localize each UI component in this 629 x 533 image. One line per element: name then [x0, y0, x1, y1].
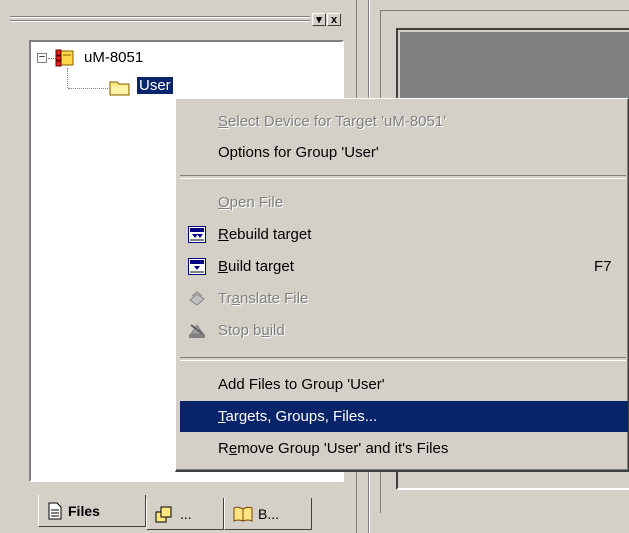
translate-icon	[189, 291, 205, 306]
menu-build-target-label: Build target	[218, 258, 294, 275]
context-menu: Select Device for Target 'uM-8051' Optio…	[175, 98, 629, 472]
tab-registers-label: ...	[180, 505, 192, 522]
menu-stop-build[interactable]: Stop build	[180, 315, 628, 346]
tab-books-label: B...	[258, 505, 280, 522]
tab-books[interactable]: B...	[224, 498, 312, 530]
menu-remove-group-label: Remove Group 'User' and it's Files	[218, 440, 449, 457]
rebuild-icon	[188, 226, 206, 243]
books-icon	[233, 506, 253, 522]
window-grip[interactable]	[10, 14, 310, 26]
collapse-toggle[interactable]: −	[37, 52, 47, 63]
menu-select-device[interactable]: Select Device for Target 'uM-8051'	[180, 106, 628, 137]
menu-rebuild-target-label: Rebuild target	[218, 226, 312, 243]
menu-open-file-label: Open File	[218, 194, 284, 211]
editor-area[interactable]	[400, 32, 629, 98]
folder-icon	[109, 81, 130, 96]
menu-targets-groups-files[interactable]: Targets, Groups, Files...	[180, 401, 628, 432]
tab-files-label: Files	[68, 502, 100, 519]
stop-build-icon	[189, 324, 205, 338]
menu-translate-file-label: Translate File	[218, 290, 309, 307]
files-icon	[48, 502, 62, 519]
menu-separator	[180, 357, 626, 361]
close-icon: x	[330, 14, 338, 26]
menu-translate-file[interactable]: Translate File	[180, 283, 628, 314]
close-button[interactable]: x	[327, 13, 341, 26]
menu-build-target[interactable]: Build target F7	[180, 251, 628, 282]
tree-label-target: uM-8051	[84, 49, 144, 66]
menu-options-group-label: Options for Group 'User'	[218, 144, 379, 161]
tab-registers[interactable]: ...	[146, 498, 224, 530]
menu-stop-build-label: Stop build	[218, 322, 285, 339]
tree-label-group-user: User	[137, 77, 173, 94]
menu-targets-groups-files-label: Targets, Groups, Files...	[218, 408, 378, 425]
target-icon	[55, 49, 74, 67]
tree-node-group-user[interactable]: User	[109, 76, 209, 98]
menu-options-group[interactable]: Options for Group 'User'	[180, 137, 628, 168]
menu-separator	[180, 175, 626, 179]
menu-open-file[interactable]: Open File	[180, 187, 628, 218]
menu-add-files-label: Add Files to Group 'User'	[218, 376, 385, 393]
menu-add-files[interactable]: Add Files to Group 'User'	[180, 369, 628, 400]
build-icon	[188, 258, 206, 275]
menu-rebuild-target[interactable]: Rebuild target	[180, 219, 628, 250]
menu-build-shortcut: F7	[594, 258, 612, 275]
minimize-button[interactable]: ▾	[312, 13, 326, 26]
regs-icon	[155, 506, 172, 522]
chevron-down-icon: ▾	[316, 14, 322, 26]
menu-select-device-label: Select Device for Target 'uM-8051'	[218, 113, 447, 130]
tab-files[interactable]: Files	[38, 495, 146, 527]
tree-node-target[interactable]: uM-8051	[55, 47, 255, 69]
menu-remove-group[interactable]: Remove Group 'User' and it's Files	[180, 433, 628, 464]
